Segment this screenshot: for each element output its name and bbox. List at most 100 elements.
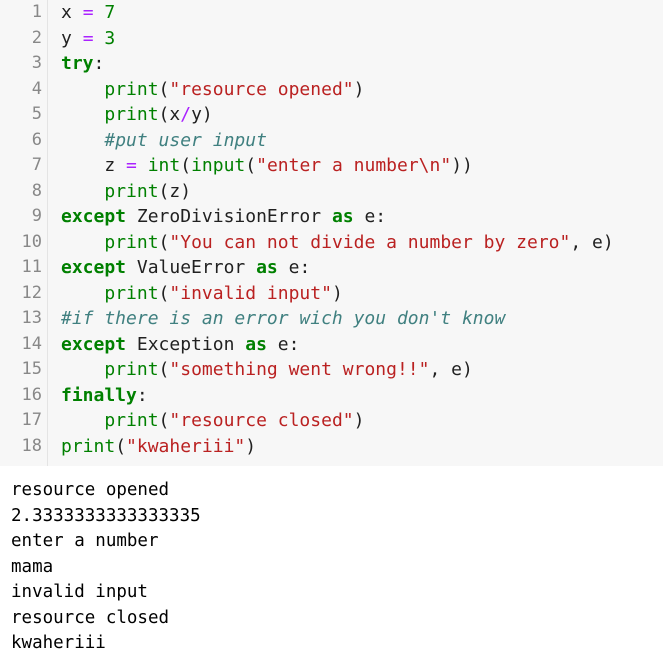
code-token-str: "kwaheriii" — [126, 435, 246, 457]
code-line[interactable]: x = 7 — [61, 0, 115, 26]
code-line[interactable]: #put user input — [61, 128, 267, 154]
output-area: resource opened 2.3333333333333335 enter a… — [0, 466, 663, 658]
line-number: 5 — [31, 104, 42, 124]
line-number: 14 — [21, 333, 42, 354]
line-number: 8 — [31, 180, 42, 201]
code-cell[interactable]: 1 2 3 4 5 6 7 8 9 10 11 12 13 14 15 16 17 18 x = 7y = 3 tr… — [0, 0, 663, 467]
code-token-cm: #put user input — [104, 129, 267, 151]
code-token-plain: : — [136, 384, 148, 406]
code-token-kw: except — [61, 257, 127, 278]
code-token-plain: ( — [245, 155, 257, 176]
code-token-kw: except — [61, 333, 127, 355]
code-token-plain: x — [61, 2, 83, 23]
code-line[interactable]: print("You can not divide a number by ze… — [61, 230, 614, 256]
code-token-bi: print — [104, 180, 159, 202]
code-line[interactable]: print("kwaheriii") — [61, 434, 256, 460]
line-number: 12 — [21, 282, 42, 303]
code-line[interactable]: print(z) — [61, 179, 191, 205]
code-line[interactable]: y = 3 — [61, 26, 115, 52]
line-number: 1 — [31, 2, 42, 22]
code-token-plain: ) — [353, 410, 365, 431]
code-line[interactable]: except ZeroDivisionError as e: — [61, 204, 386, 230]
output-line: kwaheriii — [11, 633, 106, 653]
line-number: 3 — [31, 53, 42, 73]
code-token-bi: input — [191, 155, 246, 176]
code-token-str: "resource closed" — [169, 410, 354, 431]
code-token-plain: e: — [353, 206, 387, 227]
code-token-bi: print — [61, 435, 116, 457]
code-token-str: "something went wrong!!" — [169, 359, 430, 380]
code-line[interactable]: try: — [61, 51, 104, 77]
code-token-plain: (x — [158, 104, 181, 125]
code-line[interactable]: print(x/y) — [61, 102, 213, 128]
code-token-bi: print — [104, 104, 159, 125]
output-line: mama — [11, 556, 54, 577]
code-token-plain: z — [61, 155, 127, 176]
code-line[interactable]: print("resource closed") — [61, 408, 364, 434]
code-token-plain: , e) — [429, 359, 473, 380]
line-number: 17 — [21, 410, 42, 430]
line-number: 4 — [31, 78, 42, 99]
code-token-plain: y) — [191, 104, 213, 125]
code-token-kw: as — [331, 206, 354, 227]
line-number: 2 — [31, 27, 42, 48]
code-token-bi: print — [104, 282, 159, 304]
code-token-plain: y — [61, 27, 83, 49]
code-token-op: = — [82, 2, 94, 23]
code-line[interactable]: except ValueError as e: — [61, 255, 310, 281]
output-line: resource closed — [11, 607, 170, 628]
code-token-kw: as — [256, 257, 278, 278]
code-token-plain: )) — [451, 155, 473, 176]
code-token-op: / — [180, 104, 192, 125]
code-token-plain: ( — [115, 435, 127, 457]
line-number: 15 — [21, 359, 42, 379]
line-number: 16 — [21, 384, 42, 405]
line-number: 7 — [31, 155, 42, 175]
code-token-plain: e: — [277, 257, 311, 278]
code-token-kw: as — [245, 333, 267, 355]
code-token-plain: ) — [245, 435, 257, 457]
code-token-plain: Exception — [126, 333, 246, 355]
code-token-plain: ValueError — [126, 257, 257, 278]
code-token-plain: ( — [158, 231, 170, 253]
code-line[interactable]: finally: — [61, 383, 148, 409]
line-number: 9 — [31, 206, 42, 226]
line-number-gutter: 1 2 3 4 5 6 7 8 9 10 11 12 13 14 15 16 17 18 — [0, 0, 48, 466]
code-token-plain: , e) — [570, 231, 614, 253]
code-token-plain: ( — [158, 282, 170, 304]
code-line[interactable]: except Exception as e: — [61, 332, 299, 358]
code-line[interactable]: print("resource opened") — [61, 77, 364, 103]
code-token-plain: ) — [353, 78, 365, 100]
code-token-kw: finally — [61, 384, 137, 406]
code-token-num: 7 — [104, 2, 116, 23]
code-token-str: "invalid input" — [169, 282, 332, 304]
code-token-str: "resource opened" — [169, 78, 354, 100]
code-token-plain: ( — [158, 78, 170, 100]
code-line[interactable]: #if there is an error wich you don't kno… — [61, 306, 505, 332]
code-token-plain: ) — [331, 282, 343, 304]
line-number: 18 — [21, 435, 42, 456]
code-line[interactable]: z = int(input("enter a number\n")) — [61, 153, 473, 179]
code-token-kw: except — [61, 206, 127, 227]
code-line[interactable]: print("invalid input") — [61, 281, 343, 307]
code-token-bi: print — [104, 231, 159, 253]
code-token-op: = — [126, 155, 137, 176]
code-token-plain: ( — [158, 410, 170, 431]
code-line[interactable]: print("something went wrong!!", e) — [61, 357, 473, 383]
code-token-bi: print — [104, 78, 159, 100]
output-line: invalid input — [11, 582, 148, 602]
code-token-bi: int — [147, 155, 181, 176]
code-token-plain: : — [93, 53, 105, 74]
code-token-str: "You can not divide a number by zero" — [169, 231, 571, 253]
line-number: 6 — [31, 129, 42, 150]
